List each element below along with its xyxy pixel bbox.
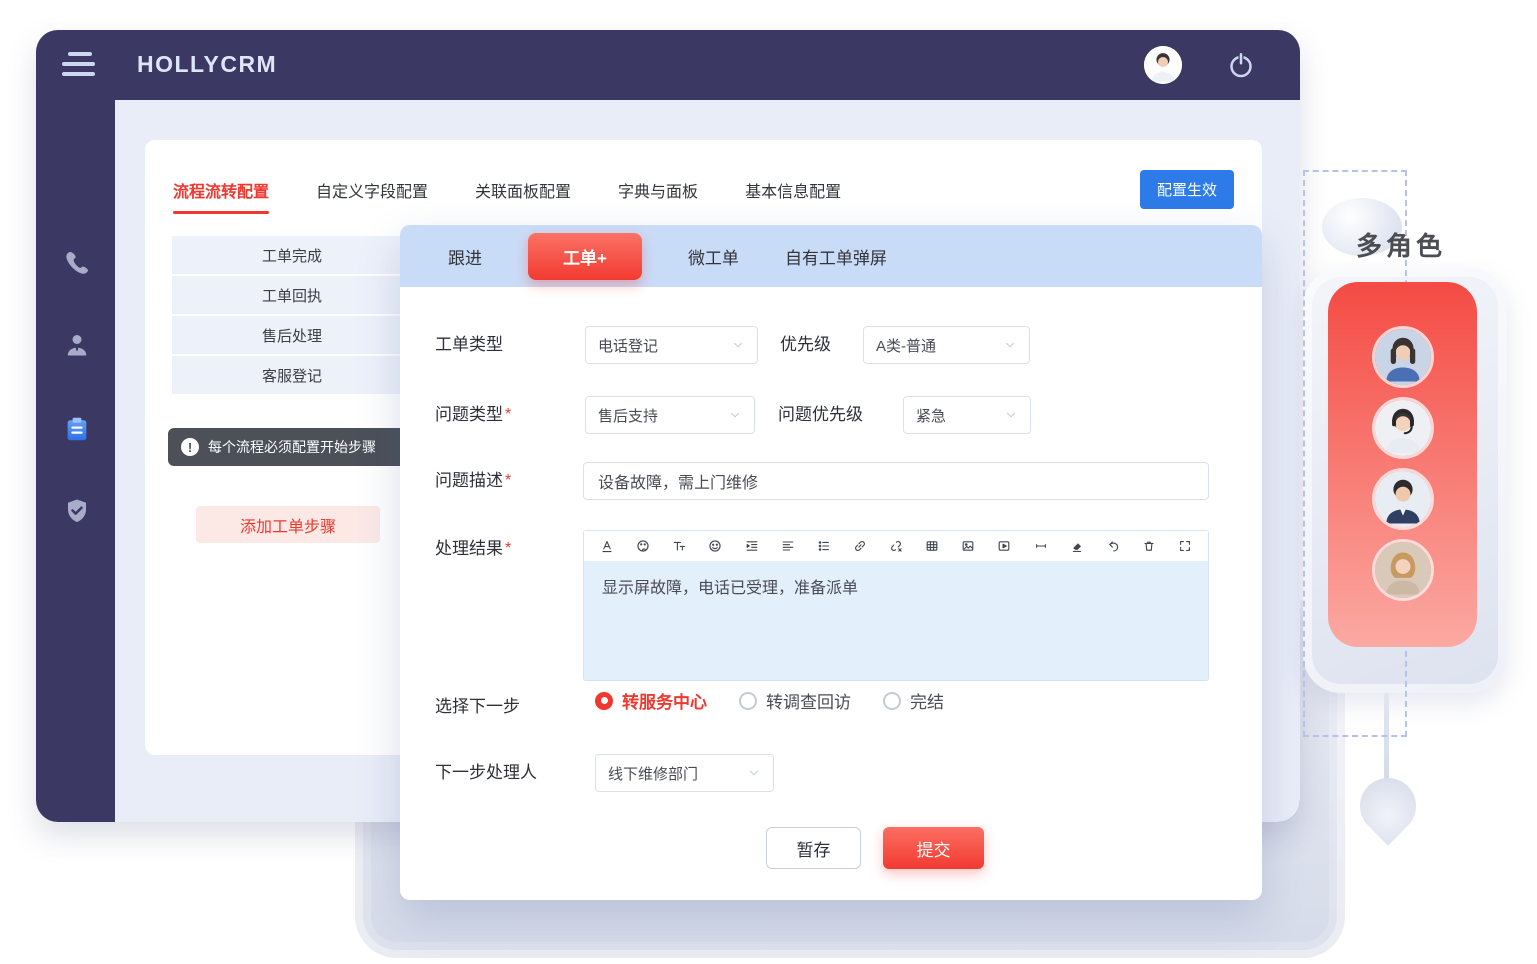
ordered-list-icon[interactable] xyxy=(816,538,832,554)
chevron-down-icon xyxy=(731,338,745,352)
modal-tab-1[interactable]: 工单+ xyxy=(528,233,642,280)
priority-select[interactable]: A类-普通 xyxy=(863,326,1030,364)
issue-type-label: 问题类型* xyxy=(435,396,511,434)
chevron-down-icon xyxy=(1004,408,1018,422)
config-tab-3[interactable]: 字典与面板 xyxy=(618,178,698,202)
female-agent2-avatar xyxy=(1372,539,1434,601)
priority-label: 优先级 xyxy=(780,326,831,364)
sidebar xyxy=(36,100,115,822)
editor-textarea[interactable]: 显示屏故障，电话已受理，准备派单 xyxy=(584,561,1208,680)
workflow-step-list: 工单完成工单回执售后处理客服登记 xyxy=(172,236,412,396)
female-agent-avatar xyxy=(1372,326,1434,388)
next-step-label: 选择下一步 xyxy=(435,688,520,726)
agent-avatar-panel xyxy=(1328,282,1477,647)
config-tab-bar: 流程流转配置 自定义字段配置 关联面板配置 字典与面板 基本信息配置 配置生效 xyxy=(145,140,1262,209)
next-step-option-0[interactable]: 转服务中心 xyxy=(595,688,707,713)
radio-icon xyxy=(739,692,757,710)
issue-priority-select[interactable]: 紧急 xyxy=(903,396,1031,434)
editor-toolbar xyxy=(584,531,1208,561)
divider-icon[interactable] xyxy=(1033,538,1049,554)
video-icon[interactable] xyxy=(996,538,1012,554)
rich-text-editor: 显示屏故障，电话已受理，准备派单 xyxy=(583,530,1209,681)
config-tab-0[interactable]: 流程流转配置 xyxy=(173,178,269,202)
indent-icon[interactable] xyxy=(744,538,760,554)
chevron-down-icon xyxy=(747,766,761,780)
text-size-icon[interactable] xyxy=(671,538,687,554)
security-icon xyxy=(62,496,92,526)
next-handler-select[interactable]: 线下维修部门 xyxy=(595,754,774,792)
issue-desc-label: 问题描述* xyxy=(435,462,511,500)
table-icon[interactable] xyxy=(924,538,940,554)
screenshot-canvas: HOLLYCRM 流程流转配置 自定义字段配置 关联面板配置 字典与面板 基本信息配置 配… xyxy=(0,0,1537,964)
workorder-icon xyxy=(62,414,92,444)
chevron-down-icon xyxy=(728,408,742,422)
radio-icon xyxy=(595,692,613,710)
next-step-option-1[interactable]: 转调查回访 xyxy=(739,688,851,713)
eraser-icon[interactable] xyxy=(1069,538,1085,554)
droplet-icon xyxy=(1348,766,1427,845)
add-step-button[interactable]: 添加工单步骤 xyxy=(196,506,380,543)
issue-priority-label: 问题优先级 xyxy=(778,396,863,434)
unlink-icon[interactable] xyxy=(888,538,904,554)
cloud-icon xyxy=(1322,198,1402,256)
config-tab-1[interactable]: 自定义字段配置 xyxy=(316,178,428,202)
modal-tab-bar: 跟进 工单+ 微工单 自有工单弹屏 xyxy=(400,225,1262,287)
undo-icon[interactable] xyxy=(1105,538,1121,554)
order-type-label: 工单类型 xyxy=(435,326,503,364)
result-label: 处理结果* xyxy=(435,530,511,568)
step-list-item[interactable]: 客服登记 xyxy=(172,356,412,394)
image-icon[interactable] xyxy=(960,538,976,554)
color-palette-icon[interactable] xyxy=(635,538,651,554)
droplet-stream xyxy=(1384,693,1389,788)
delete-icon[interactable] xyxy=(1141,538,1157,554)
next-step-radio-group: 转服务中心 转调查回访 完结 xyxy=(595,688,944,713)
chevron-down-icon xyxy=(1003,338,1017,352)
link-icon[interactable] xyxy=(852,538,868,554)
step-list-item[interactable]: 工单完成 xyxy=(172,236,412,274)
fullscreen-icon[interactable] xyxy=(1177,538,1193,554)
exclamation-icon: ! xyxy=(181,438,199,456)
order-type-select[interactable]: 电话登记 xyxy=(585,326,758,364)
config-tab-2[interactable]: 关联面板配置 xyxy=(475,178,571,202)
phone-icon xyxy=(62,248,92,278)
issue-type-select[interactable]: 售后支持 xyxy=(585,396,755,434)
issue-desc-input[interactable]: 设备故障，需上门维修 xyxy=(583,462,1209,500)
modal-tab-0[interactable]: 跟进 xyxy=(448,244,482,269)
power-icon[interactable] xyxy=(1226,50,1256,80)
radio-icon xyxy=(883,692,901,710)
font-style-icon[interactable] xyxy=(599,538,615,554)
sidebar-item-contact[interactable] xyxy=(62,330,92,360)
multi-role-label: 多角色 xyxy=(1356,226,1446,263)
align-icon[interactable] xyxy=(780,538,796,554)
menu-icon[interactable] xyxy=(62,52,96,78)
next-step-option-2[interactable]: 完结 xyxy=(883,688,944,713)
modal-tab-3[interactable]: 自有工单弹屏 xyxy=(785,244,887,269)
emoji-icon[interactable] xyxy=(707,538,723,554)
next-handler-label: 下一步处理人 xyxy=(435,754,537,792)
headset-agent-avatar xyxy=(1372,397,1434,459)
step-list-item[interactable]: 售后处理 xyxy=(172,316,412,354)
sidebar-item-workorder[interactable] xyxy=(62,414,92,444)
user-photo-avatar[interactable] xyxy=(1144,46,1182,84)
step-list-item[interactable]: 工单回执 xyxy=(172,276,412,314)
male-agent-avatar xyxy=(1372,468,1434,530)
submit-button[interactable]: 提交 xyxy=(883,827,984,869)
contact-icon xyxy=(62,330,92,360)
notice-text: 每个流程必须配置开始步骤 xyxy=(208,437,376,457)
apply-config-button[interactable]: 配置生效 xyxy=(1140,170,1234,209)
modal-tab-2[interactable]: 微工单 xyxy=(688,244,739,269)
save-draft-button[interactable]: 暂存 xyxy=(766,827,861,869)
sidebar-item-phone[interactable] xyxy=(62,248,92,278)
workorder-modal: 跟进 工单+ 微工单 自有工单弹屏 工单类型 电话登记 优先级 A类-普通 问题类型*… xyxy=(400,225,1262,900)
brand-logo: HOLLYCRM xyxy=(137,51,277,78)
app-header: HOLLYCRM xyxy=(36,30,1300,100)
config-tab-4[interactable]: 基本信息配置 xyxy=(745,178,841,202)
sidebar-item-security[interactable] xyxy=(62,496,92,526)
user-photo-image xyxy=(1144,46,1182,84)
